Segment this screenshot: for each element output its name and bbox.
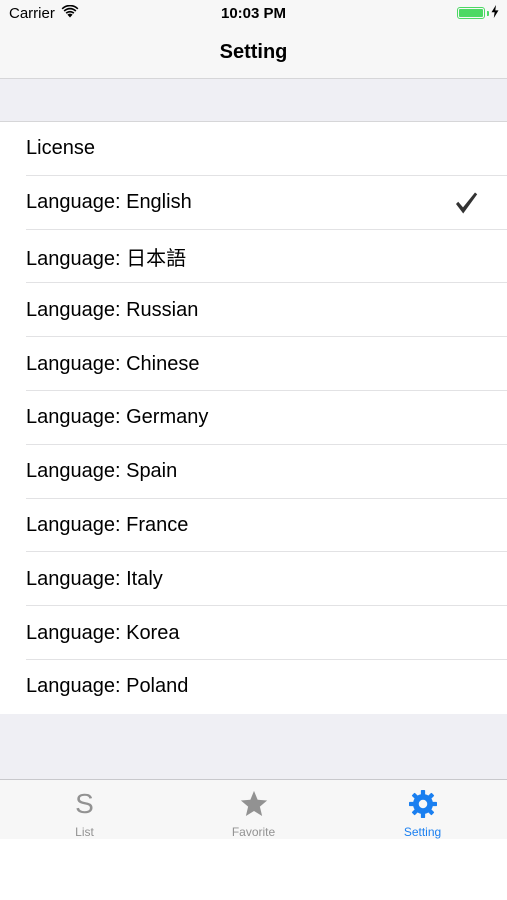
tab-bar: S List Favorite Setting [0,779,507,839]
tab-setting[interactable]: Setting [338,780,507,839]
status-left: Carrier [9,4,79,22]
status-bar: Carrier 10:03 PM [0,0,507,26]
row-language-france[interactable]: Language: France [0,499,507,553]
row-label: Language: English [26,191,192,214]
row-label: Language: Germany [26,406,209,429]
settings-list: License Language: English Language: 日本語 … [0,122,507,715]
row-label: Language: 日本語 [26,247,187,270]
s-letter-icon: S [69,788,101,819]
row-label: Language: France [26,513,189,536]
row-language-chinese[interactable]: Language: Chinese [0,337,507,391]
battery-icon [457,7,485,19]
tab-label: Setting [403,825,442,839]
navigation-bar: Setting [0,26,507,79]
row-language-russian[interactable]: Language: Russian [0,283,507,337]
row-language-italy[interactable]: Language: Italy [0,552,507,606]
row-language-korea[interactable]: Language: Korea [0,606,507,660]
status-time: 10:03 PM [220,4,287,22]
tab-label: List [75,825,94,839]
settings-screen: Carrier 10:03 PM Setting License Languag… [0,0,507,900]
row-label: Language: Korea [26,621,180,644]
blank-area [0,839,507,900]
carrier-label: Carrier [9,4,55,22]
page-title: Setting [219,40,288,63]
row-language-spain[interactable]: Language: Spain [0,445,507,499]
s-letter-glyph: S [75,787,94,819]
grouped-background [0,714,507,779]
row-label: Language: Spain [26,460,178,483]
tab-label: Favorite [231,825,276,839]
battery-tip [487,10,489,16]
status-right [457,4,499,22]
row-language-english[interactable]: Language: English [0,176,507,230]
row-label: Language: Chinese [26,352,200,375]
row-label: Language: Poland [26,675,189,698]
star-icon [238,788,270,819]
row-language-poland[interactable]: Language: Poland [0,660,507,714]
row-label: License [26,137,95,160]
row-label: Language: Italy [26,567,163,590]
charging-bolt-icon [491,4,499,22]
row-license[interactable]: License [0,122,507,176]
wifi-icon [61,4,79,22]
row-label: Language: Russian [26,298,199,321]
battery-level [459,9,483,17]
gear-icon [407,788,439,819]
checkmark-icon [453,190,479,216]
tab-list[interactable]: S List [0,780,169,839]
tab-favorite[interactable]: Favorite [169,780,338,839]
row-language-japanese[interactable]: Language: 日本語 [0,230,507,284]
row-language-germany[interactable]: Language: Germany [0,391,507,445]
section-header-spacer [0,79,507,122]
